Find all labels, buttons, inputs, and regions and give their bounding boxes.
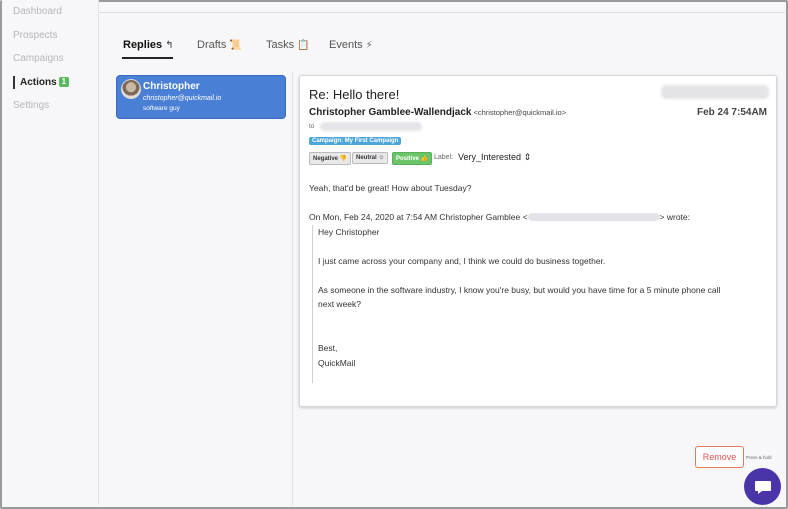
- quote-header: On Mon, Feb 24, 2020 at 7:54 AM Christop…: [309, 212, 690, 222]
- thumbs-down-icon: 👎: [339, 156, 348, 162]
- quote-line: Hey Christopher: [318, 227, 380, 237]
- nav-item-actions[interactable]: Actions 1: [20, 77, 70, 88]
- select-arrows-icon: ⇕: [523, 152, 532, 162]
- sender: Christopher Gamblee-Wallendjack <christop…: [309, 107, 566, 118]
- quote-line: next week?: [318, 299, 361, 309]
- nav-active-indicator: [13, 76, 15, 89]
- chat-icon: [754, 480, 771, 494]
- active-tab-underline: [122, 57, 173, 59]
- nav-item-settings[interactable]: Settings: [13, 100, 49, 111]
- lightning-icon: ⚡: [365, 40, 373, 51]
- tab-drafts-label: Drafts: [197, 39, 227, 51]
- clipboard-icon: 📋: [297, 40, 310, 51]
- header-divider: [99, 12, 785, 13]
- quote-header-end: > wrote:: [659, 212, 691, 222]
- campaign-tag[interactable]: Campaign: My First Campaign: [309, 137, 402, 145]
- remove-button[interactable]: Remove: [695, 446, 744, 468]
- conversation-role: software guy: [143, 105, 180, 112]
- message-date: Feb 24 7:54AM: [696, 107, 767, 118]
- tab-events[interactable]: Events ⚡: [329, 39, 373, 51]
- redacted-email: [527, 213, 660, 221]
- label-select-value: Very_Interested: [458, 152, 522, 162]
- list-divider: [292, 72, 293, 505]
- scroll-icon: 📜: [229, 40, 242, 51]
- sender-email: <christopher@quickmail.io>: [473, 108, 567, 117]
- avatar: [121, 79, 141, 99]
- message-subject: Re: Hello there!: [309, 87, 400, 102]
- conversation-name: Christopher: [143, 81, 200, 92]
- tab-drafts[interactable]: Drafts 📜: [197, 39, 242, 51]
- tab-replies-label: Replies: [123, 39, 163, 51]
- quote-header-start: On Mon, Feb 24, 2020 at 7:54 AM Christop…: [309, 212, 528, 222]
- quote-line: Best,: [318, 343, 338, 353]
- label-caption: Label:: [434, 154, 454, 161]
- tab-events-label: Events: [329, 39, 363, 51]
- negative-button[interactable]: Negative 👎: [309, 152, 352, 165]
- nav-item-dashboard[interactable]: Dashboard: [13, 6, 62, 17]
- quote-bar: [312, 225, 313, 383]
- sidebar: Dashboard Prospects Campaigns Actions 1 S…: [2, 0, 99, 505]
- press-hold-hint: Press & hold: [746, 455, 772, 460]
- thumbs-up-icon: 👍: [420, 156, 429, 162]
- chat-widget-button[interactable]: [744, 468, 781, 505]
- positive-button[interactable]: Positive 👍: [392, 152, 433, 165]
- label-select[interactable]: Very_Interested ⇕: [454, 151, 536, 165]
- redacted-block: [661, 85, 769, 99]
- neutral-face-icon: ☺: [378, 155, 385, 161]
- conversation-email: christopher@quickmail.io: [143, 95, 222, 102]
- tab-tasks-label: Tasks: [266, 39, 295, 51]
- positive-label: Positive: [396, 156, 420, 162]
- neutral-label: Neutral: [356, 155, 377, 161]
- negative-label: Negative: [313, 156, 339, 162]
- message-pane: Re: Hello there! Christopher Gamblee-Wal…: [299, 75, 777, 407]
- sender-name: Christopher Gamblee-Wallendjack: [309, 107, 472, 118]
- nav-item-actions-label: Actions: [20, 77, 57, 88]
- quote-line: As someone in the software industry, I k…: [318, 285, 721, 295]
- tab-tasks[interactable]: Tasks 📋: [266, 39, 310, 51]
- to-label: to: [309, 123, 315, 130]
- actions-count-badge: 1: [58, 77, 70, 87]
- quote-line: QuickMail: [318, 358, 356, 368]
- nav-item-prospects[interactable]: Prospects: [13, 30, 57, 41]
- conversation-card[interactable]: Christopher christopher@quickmail.io sof…: [116, 75, 286, 119]
- tab-replies[interactable]: Replies ↰: [123, 39, 174, 51]
- reply-text: Yeah, that'd be great! How about Tuesday…: [309, 183, 472, 193]
- reply-arrow-icon: ↰: [165, 40, 174, 51]
- nav-item-campaigns[interactable]: Campaigns: [13, 53, 64, 64]
- neutral-button[interactable]: Neutral ☺: [352, 152, 389, 164]
- quote-line: I just came across your company and, I t…: [318, 256, 606, 266]
- redacted-recipient: [320, 122, 422, 131]
